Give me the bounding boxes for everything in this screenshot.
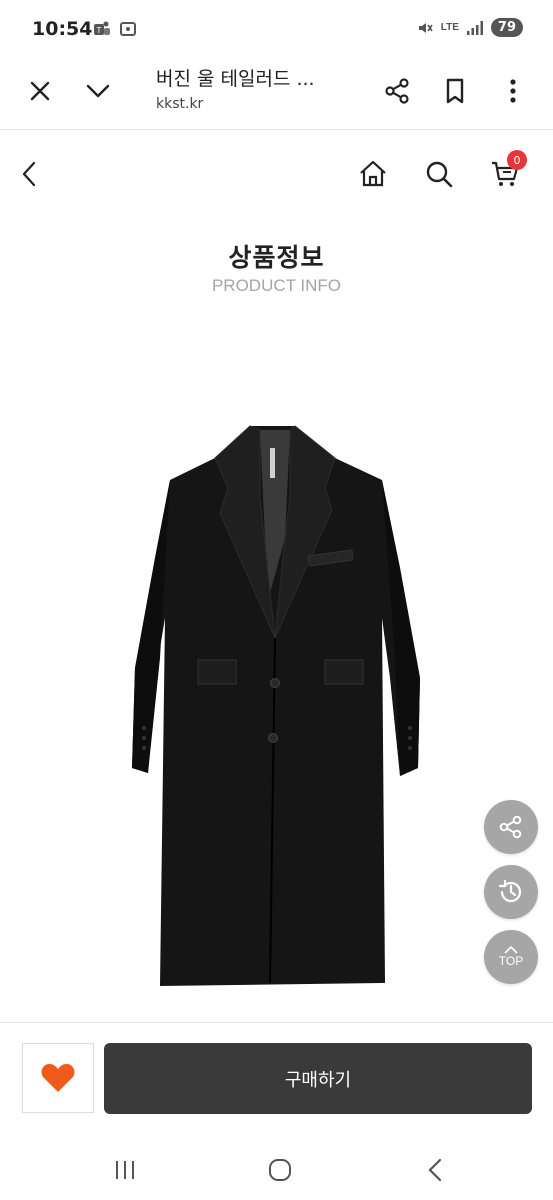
- history-icon: [498, 879, 522, 903]
- home-circle-icon: [269, 1159, 291, 1181]
- status-time: 10:54: [32, 18, 93, 40]
- share-button[interactable]: [380, 74, 414, 108]
- purchase-bar: 구매하기: [0, 1022, 553, 1132]
- network-type: LTE: [440, 22, 459, 33]
- section-title: 상품정보: [228, 243, 325, 272]
- mute-icon: [418, 22, 433, 33]
- close-tab-button[interactable]: [23, 74, 57, 108]
- search-icon: [426, 161, 453, 188]
- coat-illustration: [132, 425, 420, 986]
- cart-count-badge: 0: [507, 150, 527, 170]
- scroll-top-button[interactable]: TOP: [484, 930, 538, 984]
- status-system-icons: LTE 79: [416, 18, 523, 37]
- bookmark-icon: [446, 78, 464, 104]
- share-icon: [385, 78, 409, 104]
- product-image: [120, 418, 430, 993]
- buy-button[interactable]: 구매하기: [104, 1043, 532, 1114]
- chevron-up-icon: [504, 946, 518, 954]
- heart-icon: [41, 1064, 75, 1092]
- page-title: 버진 울 테일러드 ...: [156, 68, 315, 90]
- back-icon: [428, 1158, 442, 1182]
- status-notification-icons: T: [92, 19, 138, 39]
- wishlist-button[interactable]: [22, 1043, 94, 1113]
- system-navigation-bar: [0, 1140, 553, 1200]
- cart-button[interactable]: 0: [487, 150, 527, 192]
- share-icon: [499, 815, 522, 839]
- screenshot-icon: [120, 22, 136, 36]
- browser-toolbar: 버진 울 테일러드 ... kkst.kr: [0, 50, 553, 130]
- back-nav-button[interactable]: [417, 1152, 453, 1188]
- bookmark-button[interactable]: [438, 74, 472, 108]
- home-button[interactable]: [355, 156, 391, 192]
- more-vertical-icon: [510, 79, 516, 103]
- recent-history-button[interactable]: [484, 865, 538, 919]
- site-header: 0: [0, 140, 553, 210]
- teams-icon: T: [94, 21, 110, 35]
- floating-share-button[interactable]: [484, 800, 538, 854]
- svg-text:T: T: [97, 26, 102, 35]
- minimize-tab-button[interactable]: [81, 74, 115, 108]
- home-nav-button[interactable]: [262, 1152, 298, 1188]
- more-options-button[interactable]: [496, 74, 530, 108]
- battery-indicator: 79: [490, 18, 523, 37]
- recent-apps-button[interactable]: [107, 1152, 143, 1188]
- signal-icon: [466, 20, 483, 35]
- chevron-left-icon: [22, 161, 36, 187]
- back-button[interactable]: [12, 156, 48, 192]
- search-button[interactable]: [421, 156, 457, 192]
- chevron-down-icon: [86, 84, 110, 98]
- scroll-top-label: TOP: [498, 954, 524, 968]
- section-subtitle: PRODUCT INFO: [211, 276, 342, 295]
- page-url: kkst.kr: [156, 96, 204, 112]
- close-icon: [30, 81, 50, 101]
- recent-apps-icon: [116, 1161, 134, 1179]
- home-icon: [360, 160, 386, 187]
